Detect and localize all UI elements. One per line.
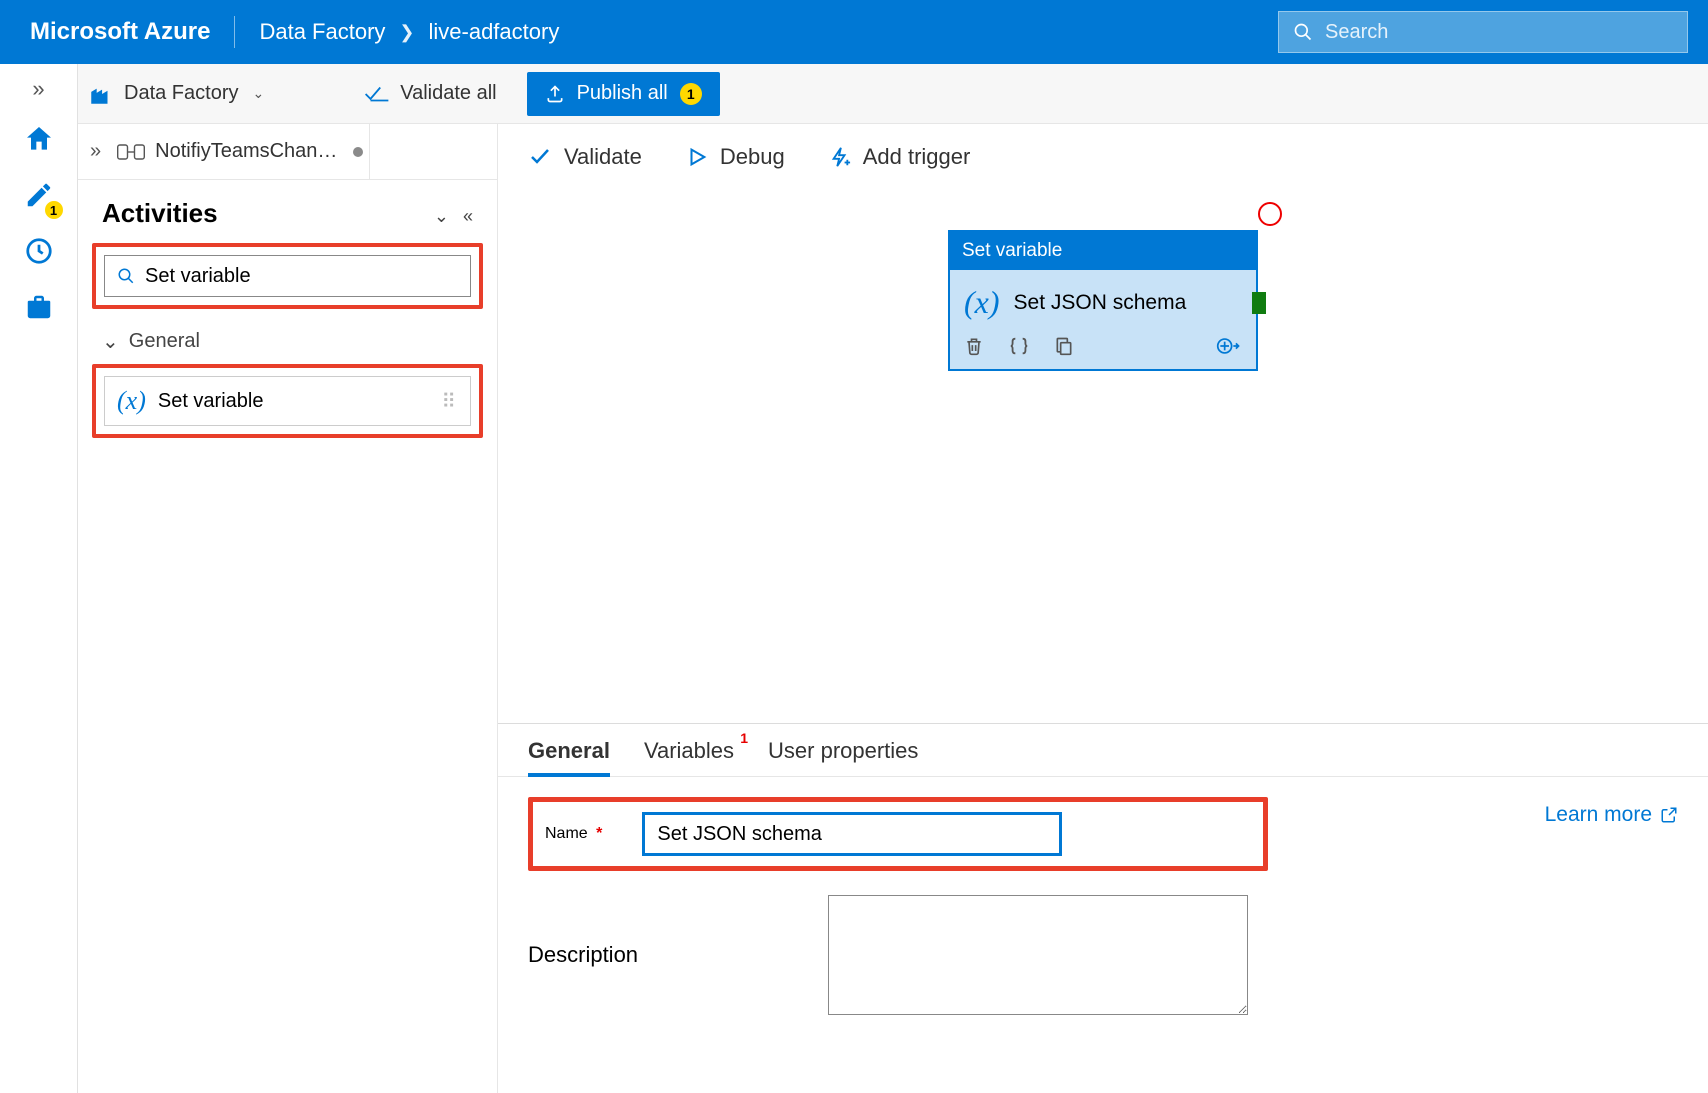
azure-header: Microsoft Azure Data Factory ❯ live-adfa…	[0, 0, 1708, 64]
required-asterisk: *	[596, 825, 602, 842]
description-label: Description	[528, 942, 788, 968]
chevron-down-icon: ⌄	[102, 329, 119, 354]
pipeline-icon	[117, 142, 145, 162]
header-divider	[234, 16, 235, 48]
description-input[interactable]	[828, 895, 1248, 1015]
code-braces-icon[interactable]	[1008, 335, 1030, 357]
search-icon	[117, 267, 135, 285]
highlight-name-row: Name *	[528, 797, 1268, 871]
error-count-badge: 1	[740, 730, 748, 746]
validate-all-button[interactable]: Validate all	[364, 82, 496, 105]
name-label-text: Name	[545, 825, 588, 842]
canvas-validate-button[interactable]: Validate	[528, 144, 642, 170]
drag-grip-icon[interactable]: ⠿	[441, 389, 458, 414]
pipeline-canvas-region: Validate Debug Add trigger	[498, 124, 1708, 1093]
copy-icon[interactable]	[1054, 335, 1074, 357]
rail-author-badge: 1	[44, 200, 64, 220]
canvas-validate-label: Validate	[564, 144, 642, 170]
publish-icon	[545, 84, 565, 104]
pipeline-tab-label: NotifiyTeamsChan…	[155, 140, 337, 163]
chevron-right-icon: ❯	[399, 22, 414, 43]
properties-tab-user-properties-label: User properties	[768, 738, 918, 763]
add-output-icon[interactable]	[1216, 335, 1242, 357]
activities-group-general[interactable]: ⌄ General	[78, 323, 497, 360]
properties-tab-variables-label: Variables	[644, 738, 734, 763]
activities-search[interactable]	[104, 255, 471, 297]
publish-count-badge: 1	[680, 83, 702, 105]
activities-group-label: General	[129, 330, 200, 353]
factory-selector[interactable]: Data Factory ⌄	[88, 81, 264, 107]
selection-ring-icon	[1258, 202, 1282, 226]
rail-home[interactable]	[20, 120, 58, 158]
breadcrumb-leaf[interactable]: live-adfactory	[429, 19, 560, 45]
activity-set-variable[interactable]: (x) Set variable ⠿	[104, 376, 471, 426]
activity-node-title: Set JSON schema	[1014, 291, 1187, 315]
canvas-debug-label: Debug	[720, 144, 785, 170]
activities-hide-icon[interactable]: «	[463, 206, 473, 227]
chevron-down-icon: ⌄	[252, 85, 264, 102]
brand-label[interactable]: Microsoft Azure	[30, 18, 210, 46]
global-search[interactable]	[1278, 11, 1688, 53]
rail-manage[interactable]	[20, 288, 58, 326]
learn-more-label: Learn more	[1545, 803, 1652, 827]
properties-tab-user-properties[interactable]: User properties	[768, 738, 918, 776]
activities-panel: » NotifiyTeamsChan… Activities ⌄ «	[78, 124, 498, 1093]
editor-tab-strip: » NotifiyTeamsChan…	[78, 124, 497, 180]
nav-rail: » 1	[0, 64, 78, 1093]
pipeline-tab[interactable]: NotifiyTeamsChan…	[111, 124, 370, 179]
activity-node-footer	[950, 329, 1256, 369]
rail-author[interactable]: 1	[20, 176, 58, 214]
delete-icon[interactable]	[964, 335, 984, 357]
search-icon	[1293, 22, 1313, 42]
properties-tab-variables[interactable]: Variables 1	[644, 738, 734, 776]
external-link-icon	[1660, 806, 1678, 824]
properties-tab-general-label: General	[528, 738, 610, 763]
canvas-toolbar: Validate Debug Add trigger	[498, 124, 1708, 190]
lightning-icon	[829, 145, 851, 169]
highlight-search-box	[92, 243, 483, 309]
factory-selector-label: Data Factory	[124, 82, 238, 105]
activity-item-label: Set variable	[158, 390, 264, 413]
name-input[interactable]	[642, 812, 1062, 856]
rail-expand-icon[interactable]: »	[32, 76, 44, 102]
authoring-toolbar: Data Factory ⌄ Validate all Publish all …	[78, 64, 1708, 124]
canvas-debug-button[interactable]: Debug	[686, 144, 785, 170]
activity-node-type: Set variable	[950, 232, 1256, 270]
check-icon	[528, 145, 552, 169]
play-icon	[686, 146, 708, 168]
validate-all-label: Validate all	[400, 82, 496, 105]
breadcrumb-root[interactable]: Data Factory	[259, 19, 385, 45]
breadcrumb: Data Factory ❯ live-adfactory	[259, 19, 559, 45]
canvas-body[interactable]: Set variable (x) Set JSON schema	[498, 190, 1708, 723]
activities-collapse-icon[interactable]: ⌄	[434, 206, 449, 227]
variable-icon: (x)	[964, 284, 1000, 321]
activities-title: Activities	[102, 198, 218, 229]
name-label: Name *	[545, 825, 602, 843]
success-output-handle[interactable]	[1252, 292, 1266, 314]
rail-monitor[interactable]	[20, 232, 58, 270]
highlight-activity-item: (x) Set variable ⠿	[92, 364, 483, 438]
unsaved-indicator-icon	[353, 147, 363, 157]
activity-node-set-variable[interactable]: Set variable (x) Set JSON schema	[948, 230, 1258, 371]
activities-search-input[interactable]	[145, 265, 458, 288]
properties-panel: General Variables 1 User properties Lear…	[498, 723, 1708, 1093]
canvas-add-trigger-button[interactable]: Add trigger	[829, 144, 971, 170]
tab-strip-expand-icon[interactable]: »	[90, 140, 101, 163]
canvas-add-trigger-label: Add trigger	[863, 144, 971, 170]
properties-tabs: General Variables 1 User properties	[498, 724, 1708, 777]
variable-icon: (x)	[117, 386, 146, 416]
factory-icon	[88, 81, 114, 107]
learn-more-link[interactable]: Learn more	[1545, 803, 1678, 827]
publish-all-button[interactable]: Publish all 1	[527, 72, 720, 116]
validate-all-icon	[364, 84, 390, 104]
publish-all-label: Publish all	[577, 82, 668, 105]
global-search-input[interactable]	[1325, 21, 1673, 44]
properties-tab-general[interactable]: General	[528, 738, 610, 776]
